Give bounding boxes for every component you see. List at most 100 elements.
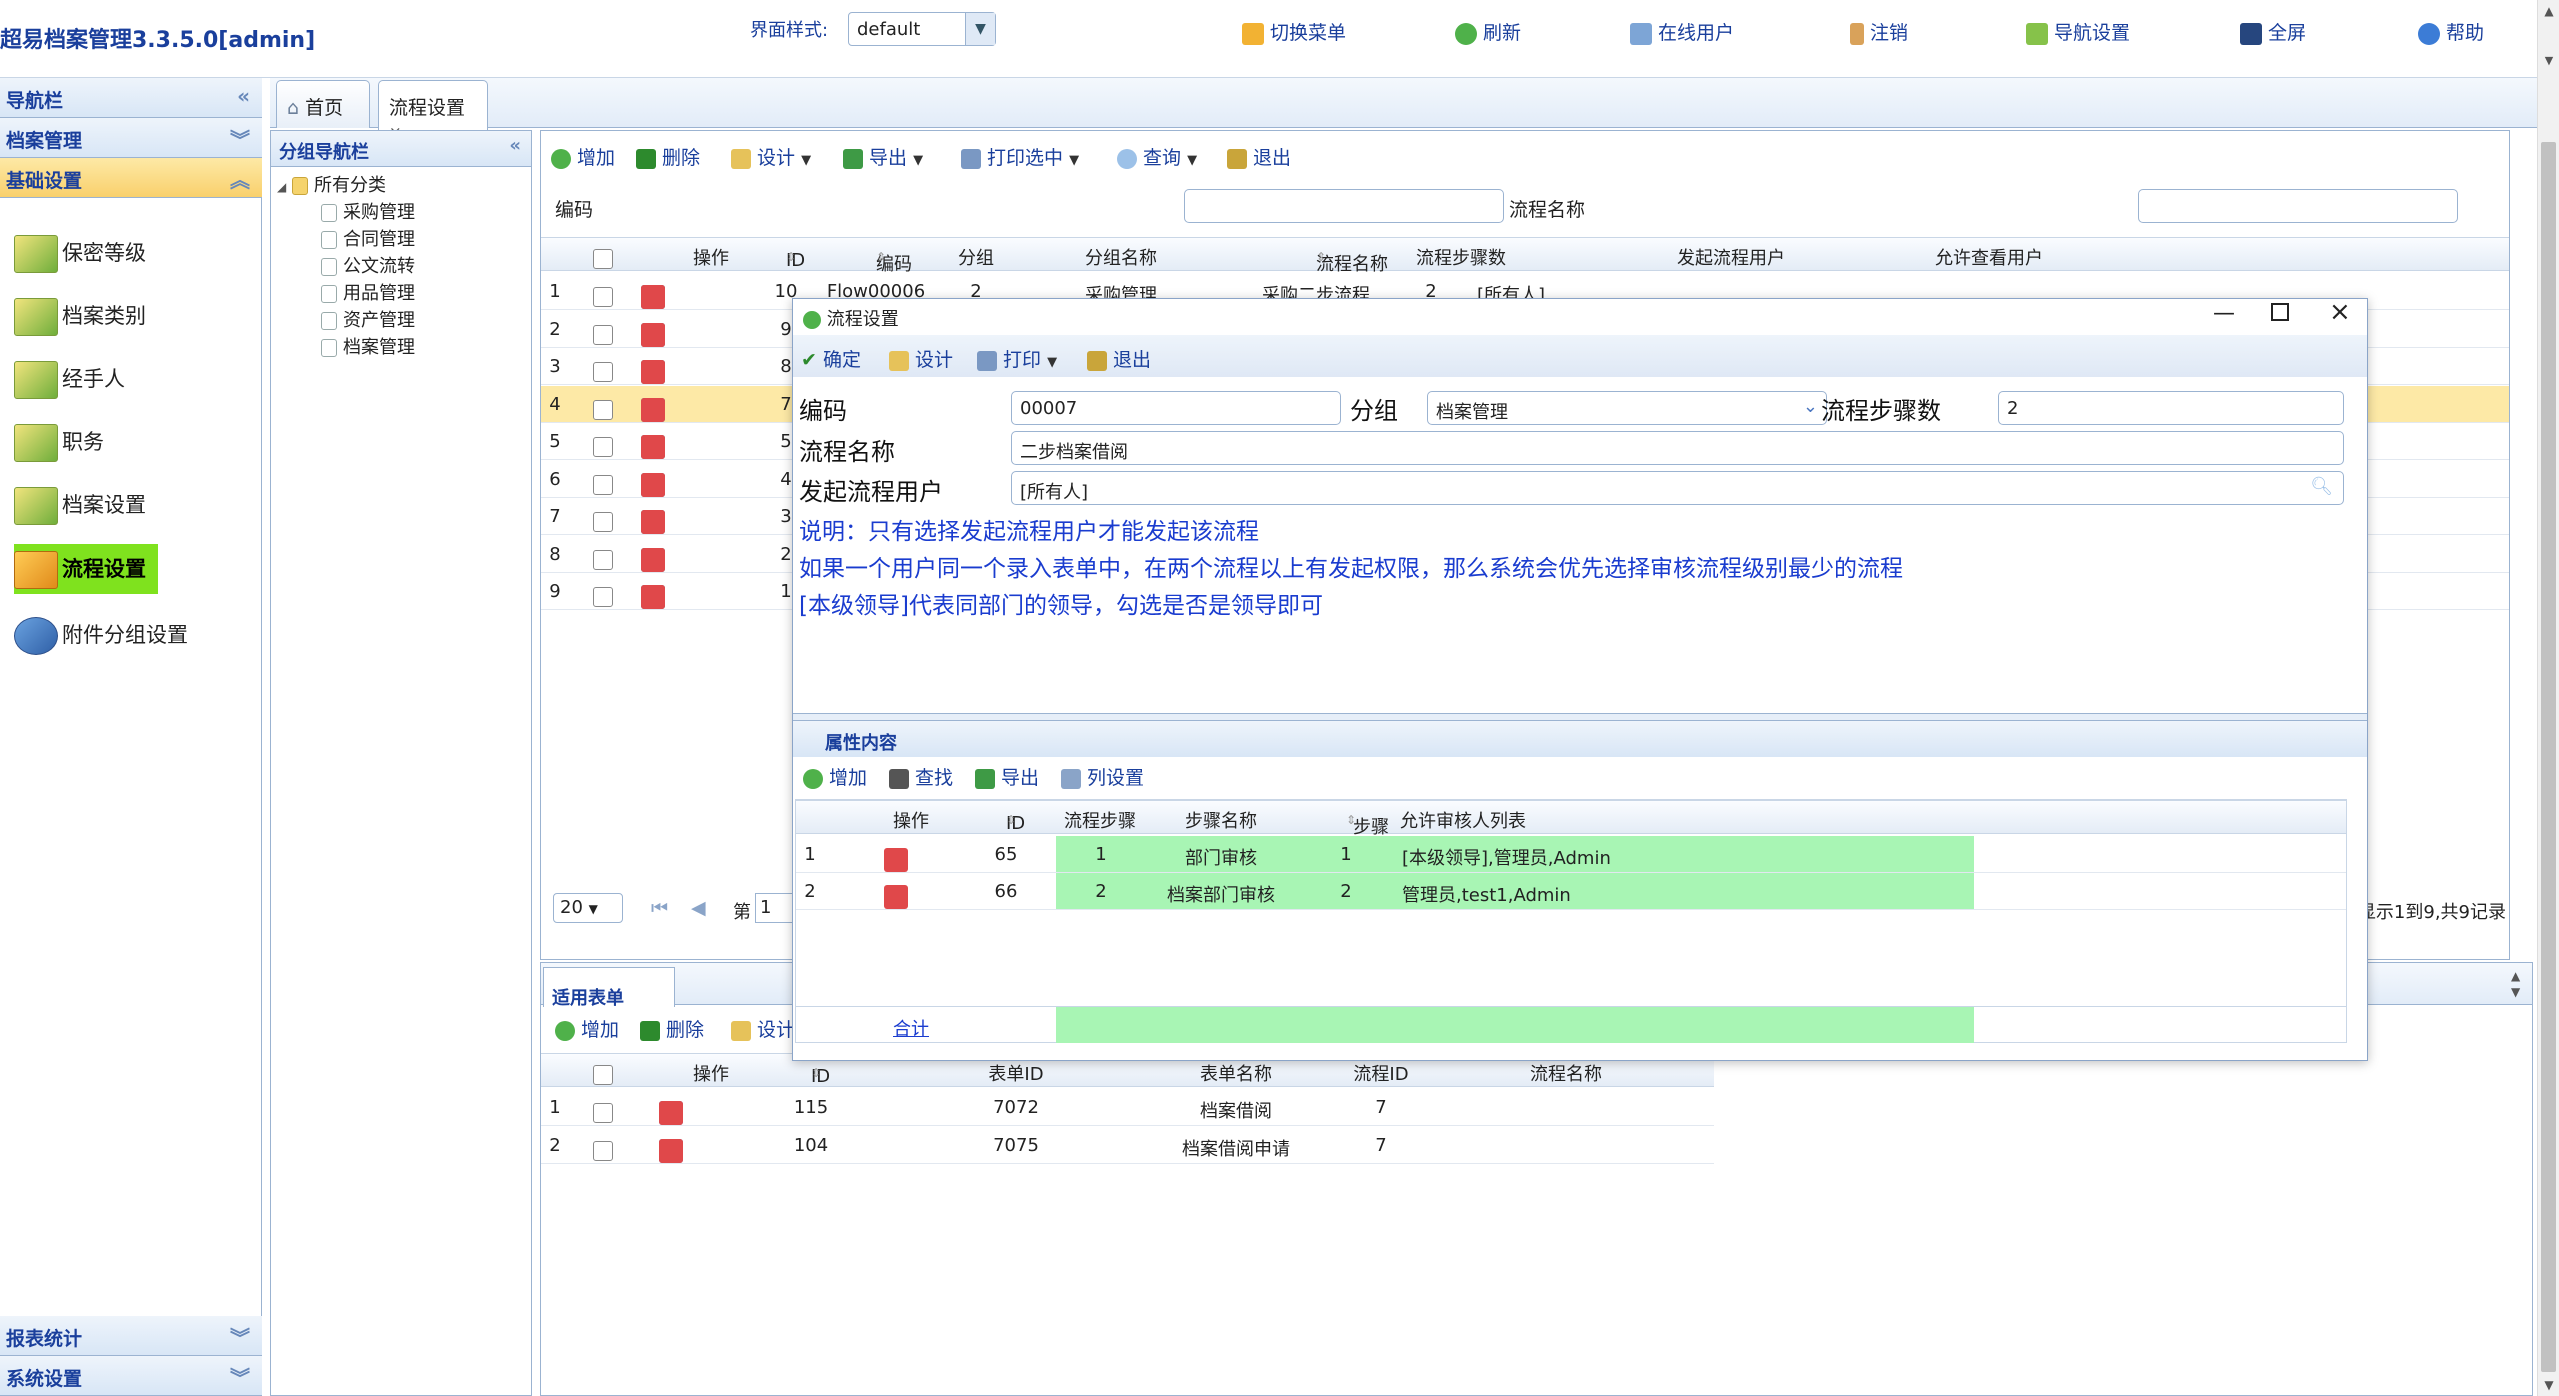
splitter[interactable] (793, 713, 2367, 721)
print-selected-button[interactable]: 打印选中 ▼ (961, 143, 1079, 170)
delete-icon[interactable] (641, 547, 665, 572)
logout-button[interactable]: 注销 (1850, 18, 1908, 45)
add-button[interactable]: 增加 (551, 143, 615, 170)
refresh-button[interactable]: 刷新 (1455, 18, 1521, 45)
design-button[interactable]: 设计 (731, 1015, 795, 1042)
expand-icon[interactable]: ◢ (277, 180, 286, 194)
sort-icon: ⇕ (1316, 250, 1327, 264)
nav-item-position[interactable]: 职务 (14, 417, 104, 467)
page-scrollbar[interactable]: ▲ ▼ ▼ (2537, 0, 2559, 1396)
add-button[interactable]: 增加 (803, 763, 867, 790)
nav-item-handler[interactable]: 经手人 (14, 354, 125, 404)
section-basic[interactable]: 基础设置 ︽ (0, 158, 262, 198)
table-row[interactable]: 2 66 2 档案部门审核 2 管理员,test1,Admin (796, 873, 2346, 910)
delete-icon[interactable] (641, 510, 665, 534)
panel-down-icon[interactable]: ▼ (2511, 985, 2520, 999)
scroll-down-icon[interactable]: ▼ (2538, 1374, 2559, 1396)
export-button[interactable]: 导出 (975, 763, 1039, 790)
style-select[interactable]: default ▼ (848, 12, 996, 46)
tree-item[interactable]: 合同管理 (321, 225, 415, 251)
tree-item[interactable]: 用品管理 (321, 279, 415, 305)
prev-page-icon[interactable]: ◀ (691, 897, 706, 919)
delete-icon[interactable] (641, 322, 665, 347)
table-row[interactable]: 1 115 7072 档案借阅 7 (541, 1089, 1714, 1126)
steps-input[interactable]: 2 (1998, 391, 2344, 425)
caret-down-icon[interactable]: ▼ (1069, 153, 1079, 168)
delete-button[interactable]: 删除 (640, 1015, 704, 1042)
panel-up-icon[interactable]: ▲ (2511, 969, 2520, 983)
delete-icon[interactable] (641, 285, 665, 309)
name-filter-input[interactable] (2138, 189, 2458, 223)
tab-home[interactable]: ⌂ 首页 (276, 80, 370, 128)
design-button[interactable]: 设计 (889, 345, 953, 372)
delete-icon[interactable] (641, 585, 665, 609)
delete-icon[interactable] (641, 472, 665, 497)
nav-item-confidentiality[interactable]: 保密等级 (14, 228, 146, 278)
delete-button[interactable]: 删除 (636, 143, 700, 170)
minimize-icon[interactable]: — (2213, 301, 2235, 326)
code-filter-input[interactable] (1184, 189, 1504, 223)
column-settings-button[interactable]: 列设置 (1061, 763, 1144, 790)
section-system[interactable]: 系统设置 ︾ (0, 1356, 262, 1396)
caret-down-icon[interactable]: ▼ (1187, 153, 1197, 168)
section-archive[interactable]: 档案管理 ︾ (0, 118, 262, 158)
start-users-input[interactable]: [所有人] 🔍︎ (1011, 471, 2344, 505)
export-button[interactable]: 导出 ▼ (843, 143, 923, 170)
delete-icon[interactable] (659, 1139, 683, 1163)
scrollbar-thumb[interactable] (2541, 142, 2556, 1372)
nav-item-archive-type[interactable]: 档案类别 (14, 291, 146, 341)
print-button[interactable]: 打印 ▼ (977, 345, 1057, 372)
design-button[interactable]: 设计 ▼ (731, 143, 811, 170)
delete-icon[interactable] (641, 397, 665, 422)
caret-down-icon[interactable]: ▼ (1047, 355, 1057, 370)
caret-down-icon[interactable]: ▼ (801, 153, 811, 168)
group-select[interactable]: 档案管理 ⌄ (1427, 391, 1827, 425)
nav-item-archive-settings[interactable]: 档案设置 (14, 480, 146, 530)
find-button[interactable]: 查找 (889, 763, 953, 790)
tree-item[interactable]: 档案管理 (321, 333, 415, 359)
cell-id: 66 (994, 881, 1018, 902)
chevron-down-icon[interactable]: ▼ (965, 13, 995, 45)
code-input[interactable]: 00007 (1011, 391, 1341, 425)
nav-item-attachment-groups[interactable]: 附件分组设置 (14, 610, 188, 660)
chevron-down-icon[interactable]: ⌄ (1803, 396, 1818, 417)
flow-name-input[interactable]: 二步档案借阅 (1011, 431, 2344, 465)
collapse-icon[interactable]: « (237, 84, 250, 108)
nav-settings-button[interactable]: 导航设置 (2026, 18, 2130, 45)
tree-item[interactable]: 资产管理 (321, 306, 415, 332)
section-reports[interactable]: 报表统计 ︾ (0, 1316, 262, 1356)
table-row[interactable]: 1 65 1 部门审核 1 [本级领导],管理员,Admin (796, 836, 2346, 873)
page-size-select[interactable]: 20 ▼ (553, 893, 623, 923)
row-number: 7 (549, 506, 561, 527)
switch-menu-button[interactable]: 切换菜单 (1242, 18, 1346, 45)
fullscreen-button[interactable]: 全屏 (2240, 18, 2306, 45)
tab-flow-settings[interactable]: 流程设置 × (378, 80, 488, 141)
exit-button[interactable]: 退出 (1227, 143, 1291, 170)
tree-root[interactable]: ◢ 所有分类 (277, 171, 386, 197)
scroll-down-small-icon[interactable]: ▼ (2538, 50, 2559, 72)
help-button[interactable]: 帮助 (2418, 18, 2484, 45)
caret-down-icon[interactable]: ▼ (913, 153, 923, 168)
total-label[interactable]: 合计 (856, 1015, 966, 1041)
online-users-button[interactable]: 在线用户 (1630, 18, 1734, 45)
tree-item[interactable]: 采购管理 (321, 198, 415, 224)
exit-button[interactable]: 退出 (1087, 345, 1151, 372)
maximize-icon[interactable] (2271, 303, 2289, 321)
row-number: 1 (549, 281, 561, 302)
delete-icon[interactable] (641, 360, 665, 384)
search-icon[interactable]: 🔍︎ (2310, 476, 2333, 497)
tree-item[interactable]: 公文流转 (321, 252, 415, 278)
table-row[interactable]: 2 104 7075 档案借阅申请 7 (541, 1127, 1714, 1164)
query-button[interactable]: 查询 ▼ (1117, 143, 1197, 170)
close-icon[interactable]: × (2329, 297, 2351, 327)
delete-icon[interactable] (659, 1101, 683, 1125)
delete-icon[interactable] (641, 435, 665, 459)
cell-reviewers: 管理员,test1,Admin (1396, 873, 1974, 909)
nav-item-flow-settings[interactable]: 流程设置 (14, 544, 158, 594)
add-button[interactable]: 增加 (555, 1015, 619, 1042)
ok-button[interactable]: ✔ 确定 (801, 345, 861, 372)
first-page-icon[interactable]: ⏮ (651, 897, 668, 919)
scroll-up-icon[interactable]: ▲ (2538, 0, 2559, 22)
tab-applicable-forms[interactable]: 适用表单 (543, 967, 675, 1009)
collapse-icon[interactable]: « (509, 135, 521, 156)
